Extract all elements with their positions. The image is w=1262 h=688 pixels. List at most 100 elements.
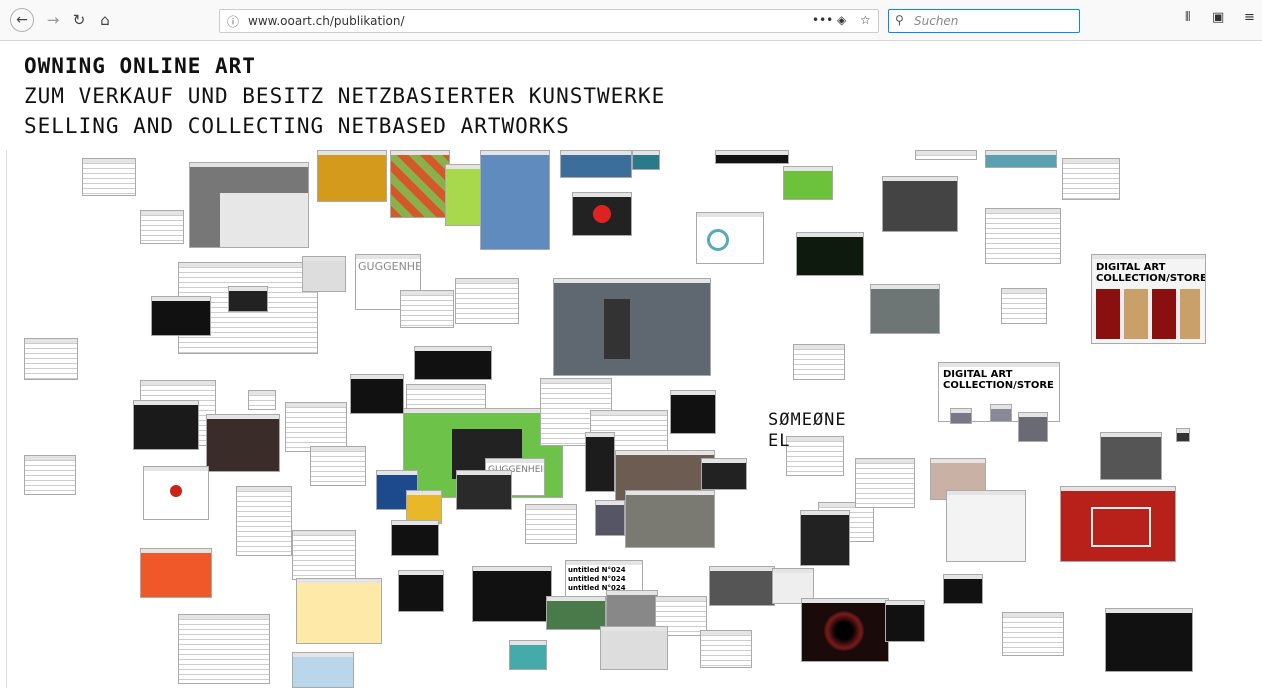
- page-subtitle-de: ZUM VERKAUF UND BESITZ NETZBASIERTER KUN…: [24, 84, 666, 108]
- artwork-thumbnail[interactable]: [600, 626, 668, 670]
- artwork-thumbnail[interactable]: [985, 150, 1057, 168]
- store-title-line2: COLLECTION/STORE: [943, 380, 1054, 391]
- artwork-thumbnail[interactable]: [310, 446, 366, 486]
- artwork-thumbnail[interactable]: [406, 490, 442, 524]
- artwork-thumbnail[interactable]: [414, 346, 492, 380]
- artwork-thumbnail[interactable]: [701, 458, 747, 490]
- artwork-thumbnail[interactable]: [783, 166, 833, 200]
- artwork-thumbnail[interactable]: [525, 504, 577, 544]
- artwork-thumbnail[interactable]: [670, 390, 716, 434]
- page-title: OWNING ONLINE ART: [24, 54, 256, 78]
- artwork-thumbnail[interactable]: [1062, 158, 1120, 200]
- artwork-thumbnail[interactable]: [24, 455, 76, 495]
- artwork-thumbnail[interactable]: [82, 158, 136, 196]
- artwork-thumbnail[interactable]: [546, 596, 606, 630]
- artwork-thumbnail[interactable]: [700, 630, 752, 668]
- artwork-thumbnail[interactable]: [885, 600, 925, 642]
- artwork-thumbnail[interactable]: [456, 470, 512, 510]
- artwork-thumbnail[interactable]: [709, 566, 775, 606]
- artwork-thumbnail[interactable]: [151, 296, 211, 336]
- artwork-thumbnail[interactable]: [302, 256, 346, 292]
- search-placeholder: Suchen: [914, 14, 959, 28]
- menu-icon[interactable]: ≡: [1244, 10, 1255, 25]
- artwork-thumbnail[interactable]: [350, 374, 404, 414]
- artwork-thumbnail[interactable]: [1176, 428, 1190, 442]
- artwork-thumbnail[interactable]: [285, 402, 347, 452]
- artwork-thumbnail[interactable]: [553, 278, 711, 376]
- artwork-thumbnail[interactable]: [140, 210, 184, 244]
- artwork-thumbnail[interactable]: [990, 404, 1012, 422]
- artwork-thumbnail[interactable]: [801, 598, 889, 662]
- artwork-thumbnail[interactable]: [236, 486, 292, 556]
- artwork-thumbnail[interactable]: [796, 232, 864, 276]
- pocket-icon[interactable]: ◈: [837, 13, 846, 27]
- store-title-line1: DIGITAL ART: [1096, 262, 1166, 273]
- artwork-thumbnail[interactable]: [793, 344, 845, 380]
- search-input[interactable]: ⚲ Suchen: [888, 9, 1080, 33]
- artwork-thumbnail[interactable]: [480, 150, 550, 250]
- artwork-thumbnail[interactable]: [572, 192, 632, 236]
- artwork-thumbnail[interactable]: [296, 578, 382, 644]
- artwork-thumbnail[interactable]: [228, 286, 268, 312]
- store-title-line2: COLLECTION/STORE: [1096, 273, 1206, 284]
- artwork-thumbnail[interactable]: [178, 614, 270, 684]
- artwork-thumbnail[interactable]: [1001, 288, 1047, 324]
- artwork-thumbnail[interactable]: [133, 400, 199, 450]
- forward-icon[interactable]: →: [42, 9, 64, 31]
- url-text[interactable]: www.ooart.ch/publikation/: [248, 14, 405, 28]
- artwork-thumbnail[interactable]: [870, 284, 940, 334]
- artwork-thumbnail[interactable]: [595, 500, 625, 536]
- artwork-thumbnail[interactable]: [882, 176, 958, 232]
- artwork-thumbnail[interactable]: DIGITAL ART COLLECTION/STORE: [1091, 254, 1206, 344]
- artwork-thumbnail[interactable]: [625, 490, 715, 548]
- artwork-thumbnail[interactable]: [950, 408, 972, 424]
- url-bar[interactable]: ⓘ www.ooart.ch/publikation/ ••• ◈ ☆: [219, 9, 879, 33]
- artwork-thumbnail[interactable]: [472, 566, 552, 622]
- page-actions-icon[interactable]: •••: [812, 13, 833, 27]
- back-icon[interactable]: ←: [10, 8, 34, 32]
- artwork-thumbnail[interactable]: [696, 212, 764, 264]
- artwork-thumbnail[interactable]: [1002, 612, 1064, 656]
- artwork-thumbnail[interactable]: [143, 466, 209, 520]
- artwork-thumbnail[interactable]: [292, 530, 356, 580]
- artwork-thumbnail[interactable]: [1018, 412, 1048, 442]
- library-icon[interactable]: ⫴: [1185, 10, 1190, 25]
- artwork-thumbnail[interactable]: [140, 548, 212, 598]
- artwork-thumbnail[interactable]: [390, 150, 450, 218]
- artwork-thumbnail[interactable]: [398, 570, 444, 612]
- someone-line1: SØMEØNE: [768, 410, 847, 430]
- info-icon[interactable]: ⓘ: [227, 13, 239, 30]
- artwork-thumbnail[interactable]: [1100, 432, 1162, 480]
- artwork-thumbnail[interactable]: [985, 208, 1061, 264]
- artwork-thumbnail[interactable]: [292, 652, 354, 688]
- artwork-thumbnail[interactable]: [317, 150, 387, 202]
- someone-else-artwork[interactable]: SØMEØNE EL: [768, 410, 847, 452]
- artwork-thumbnail[interactable]: [632, 150, 660, 170]
- artwork-thumbnail[interactable]: [560, 150, 632, 178]
- artwork-thumbnail[interactable]: [509, 640, 547, 670]
- guggenheim-label: GUGGENHEIM: [358, 260, 420, 273]
- reload-icon[interactable]: ↻: [68, 9, 90, 31]
- artwork-thumbnail[interactable]: [800, 510, 850, 566]
- artwork-thumbnail[interactable]: [400, 290, 454, 328]
- artwork-thumbnail[interactable]: [455, 278, 519, 324]
- artwork-thumbnail[interactable]: [946, 490, 1026, 562]
- artwork-thumbnail[interactable]: [248, 390, 276, 410]
- browser-toolbar: ← → ↻ ⌂ ⓘ www.ooart.ch/publikation/ ••• …: [0, 0, 1262, 41]
- artwork-thumbnail[interactable]: [915, 150, 977, 160]
- artwork-thumbnail[interactable]: [943, 574, 983, 604]
- untitled-label: untitled N°024: [568, 575, 626, 583]
- artwork-thumbnail[interactable]: [855, 458, 915, 508]
- artwork-thumbnail[interactable]: [24, 338, 78, 380]
- artwork-thumbnail[interactable]: [585, 432, 615, 492]
- artwork-thumbnail[interactable]: [206, 414, 280, 472]
- artwork-thumbnail[interactable]: [1060, 486, 1176, 562]
- artwork-thumbnail[interactable]: [715, 150, 789, 164]
- untitled-label: untitled N°024: [568, 566, 626, 574]
- bookmark-star-icon[interactable]: ☆: [860, 13, 871, 27]
- artwork-thumbnail[interactable]: [391, 520, 439, 556]
- home-icon[interactable]: ⌂: [94, 9, 116, 31]
- artwork-thumbnail[interactable]: [1105, 608, 1193, 672]
- artwork-thumbnail[interactable]: [189, 162, 309, 248]
- sidebar-icon[interactable]: ▣: [1212, 10, 1224, 25]
